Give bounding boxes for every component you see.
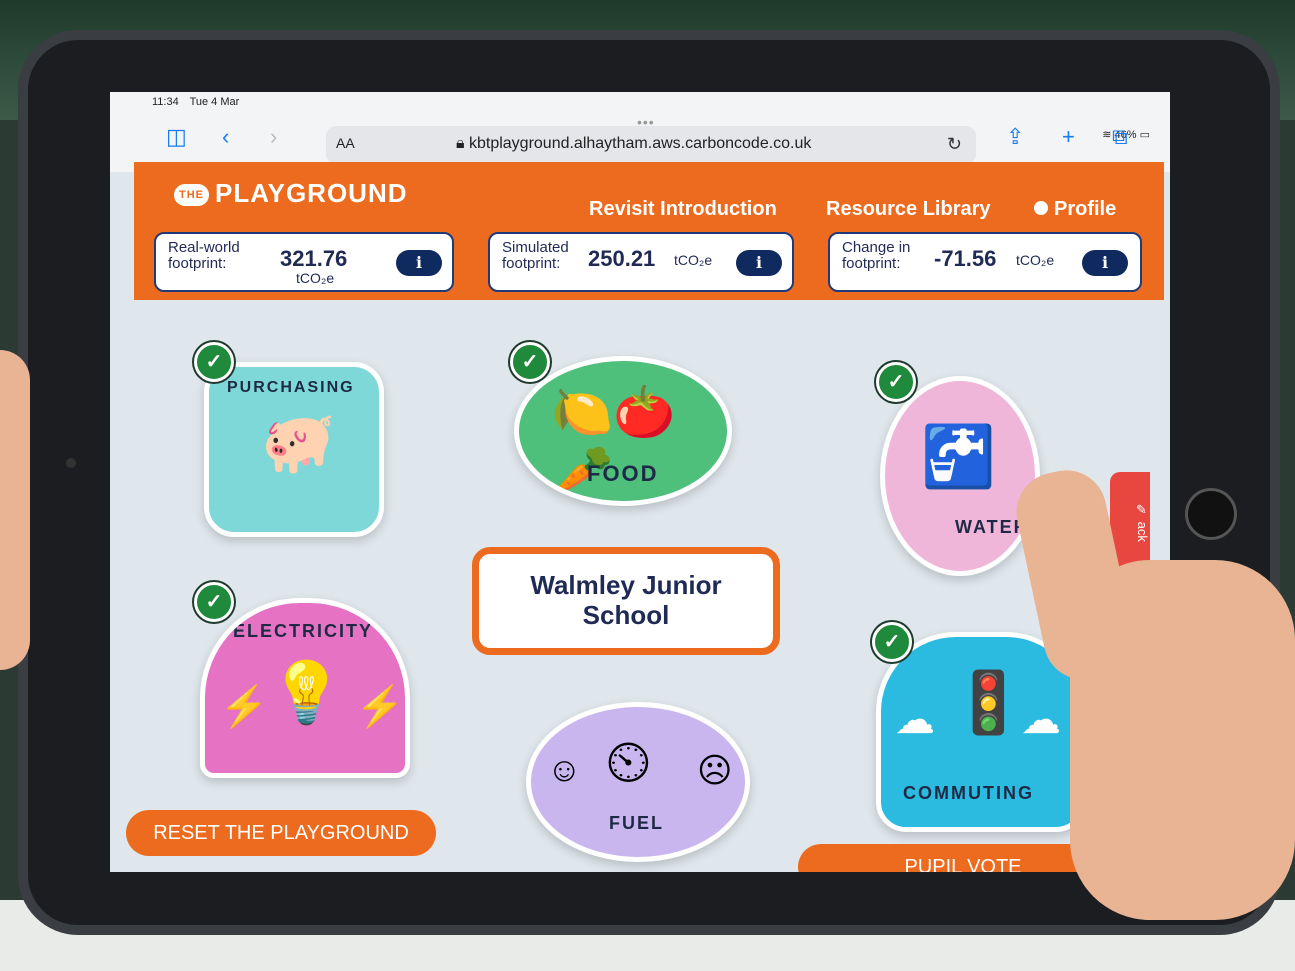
commuting-label: COMMUTING (903, 783, 1034, 803)
profile-icon (1034, 201, 1048, 215)
pencil-icon: ✎ (1135, 502, 1150, 518)
nav-resource-library[interactable]: Resource Library (826, 198, 991, 221)
check-icon: ✓ (876, 362, 916, 402)
fuel-gauge-icon: ⏲ (605, 728, 652, 795)
tabs-icon[interactable]: ⧉ (1112, 124, 1128, 150)
tap-icon: 🚰 (921, 423, 996, 490)
browser-toolbar: 11:34 Tue 4 Mar ••• ≋ 46% ▭ ◫ ‹ › AA 🔒︎ … (110, 92, 1170, 172)
check-icon: ✓ (872, 622, 912, 662)
logo-small: THE (174, 184, 209, 207)
wifi-icon: ≋ (1102, 129, 1112, 141)
back-icon[interactable]: ‹ (222, 124, 229, 150)
sidebar-icon[interactable]: ◫ (166, 124, 187, 150)
metric-simulated-value: 250.21 (588, 246, 656, 271)
metric-simulated-unit: tCO₂e (674, 252, 713, 268)
app-logo[interactable]: THE PLAYGROUND (174, 178, 408, 209)
nav-profile-label: Profile (1054, 198, 1117, 220)
lightbulb-icon: 💡 (269, 659, 344, 726)
info-icon[interactable]: i (1082, 250, 1128, 276)
water-badge: 🚰 WATER (880, 376, 1040, 576)
piggy-bank-icon: 🐖 (261, 409, 336, 476)
url-value: kbtplayground.alhaytham.aws.carboncode.c… (468, 135, 812, 152)
metric-real-world: Real-world footprint: 321.76 tCO₂e i (154, 232, 454, 292)
school-name-line1: Walmley Junior (530, 570, 722, 600)
feedback-tab-label: ack (1135, 521, 1150, 542)
electricity-label: ELECTRICITY (233, 621, 374, 641)
school-name-line2: School (582, 600, 670, 630)
metric-real-value: 321.76 (280, 246, 348, 271)
fuel-badge: ⏲ ☺ ☹ FUEL (526, 702, 750, 862)
metric-change: Change in footprint: -71.56 tCO₂e i (828, 232, 1142, 292)
share-icon[interactable]: ⇪ (1006, 124, 1024, 150)
food-label: FOOD (587, 461, 659, 486)
home-button[interactable] (1185, 488, 1237, 540)
metric-change-label: Change in footprint: (842, 239, 911, 272)
check-icon: ✓ (194, 342, 234, 382)
address-bar[interactable]: AA 🔒︎ kbtplayground.alhaytham.aws.carbon… (326, 126, 976, 164)
fuel-label: FUEL (609, 813, 664, 833)
metric-simulated: Simulated footprint: 250.21 tCO₂e i (488, 232, 794, 292)
metric-simulated-label: Simulated footprint: (502, 239, 569, 272)
smiley-icon: ☺ (547, 751, 582, 789)
lightning-icon: ⚡ (355, 685, 405, 729)
info-icon[interactable]: i (396, 250, 442, 276)
check-icon: ✓ (194, 582, 234, 622)
app-header: THE PLAYGROUND Revisit Introduction Resou… (134, 162, 1164, 300)
nav-profile[interactable]: Profile (1034, 198, 1116, 221)
check-icon: ✓ (510, 342, 550, 382)
purchasing-label: PURCHASING (227, 379, 355, 396)
metric-change-value: -71.56 (934, 246, 997, 271)
status-date: Tue 4 Mar (189, 96, 240, 108)
metric-real-unit: tCO₂e (296, 270, 335, 286)
reset-playground-button[interactable]: RESET THE PLAYGROUND (126, 810, 436, 856)
new-tab-icon[interactable]: + (1062, 124, 1075, 150)
battery-icon: ▭ (1139, 129, 1150, 141)
metric-change-unit: tCO₂e (1016, 252, 1055, 268)
food-badge: 🍋🍅🥕 FOOD (514, 356, 732, 506)
screen: 11:34 Tue 4 Mar ••• ≋ 46% ▭ ◫ ‹ › AA 🔒︎ … (110, 92, 1170, 872)
status-bar: 11:34 Tue 4 Mar (152, 96, 247, 108)
nav-revisit-introduction[interactable]: Revisit Introduction (589, 198, 777, 221)
reload-icon[interactable]: ↻ (947, 134, 962, 155)
purchasing-badge: 🐖 PURCHASING (204, 362, 384, 537)
school-name-card: Walmley Junior School (472, 547, 780, 655)
metric-real-label: Real-world footprint: (168, 239, 240, 272)
lock-icon: 🔒︎ (456, 135, 465, 152)
text-size-button[interactable]: AA (336, 135, 355, 151)
forward-icon[interactable]: › (270, 124, 277, 150)
electricity-badge: 💡 ⚡ ⚡ ELECTRICITY (200, 598, 410, 778)
hand (1070, 560, 1295, 920)
traffic-light-icon: 🚦 (951, 669, 1026, 736)
cloud-icon: ☁ (895, 698, 935, 742)
logo-main: PLAYGROUND (215, 178, 408, 208)
frown-icon: ☹ (697, 752, 733, 790)
left-hand (0, 350, 30, 670)
url-text: 🔒︎ kbtplayground.alhaytham.aws.carboncod… (456, 135, 811, 153)
status-time: 11:34 (152, 96, 179, 108)
lightning-icon: ⚡ (219, 685, 269, 729)
cloud-icon: ☁ (1021, 698, 1061, 742)
info-icon[interactable]: i (736, 250, 782, 276)
camera (66, 458, 76, 468)
